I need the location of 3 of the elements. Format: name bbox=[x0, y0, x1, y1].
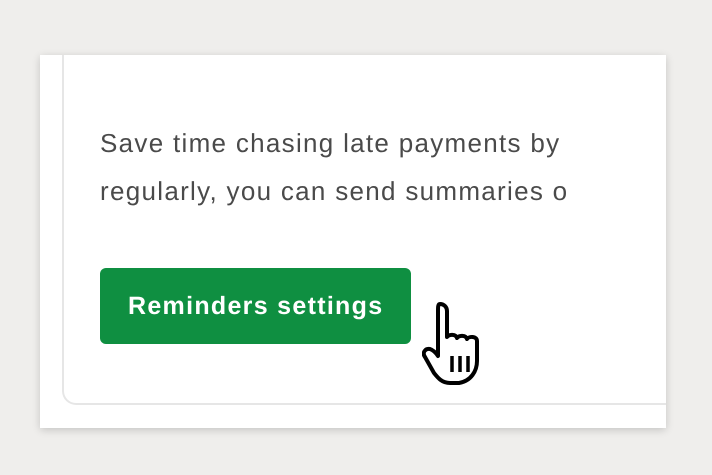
reminders-settings-button[interactable]: Reminders settings bbox=[100, 268, 412, 344]
description-line: regularly, you can send summaries o bbox=[100, 175, 570, 208]
description-line: Save time chasing late payments by bbox=[100, 127, 562, 160]
